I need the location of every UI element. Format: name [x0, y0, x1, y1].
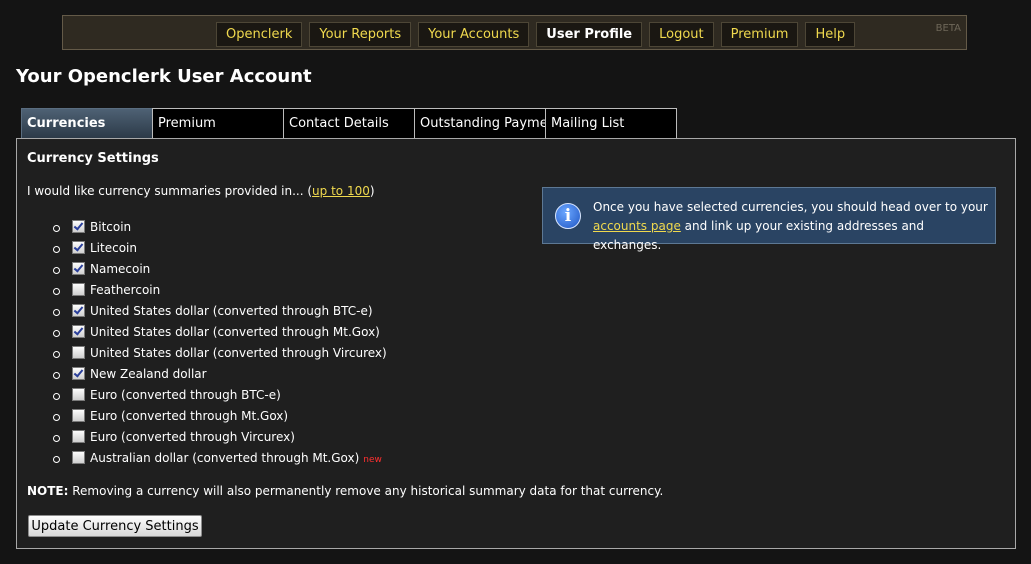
- bullet-icon: [53, 435, 60, 442]
- currency-label: Euro (converted through Mt.Gox): [90, 409, 289, 423]
- bullet-icon: [53, 225, 60, 232]
- currency-label: United States dollar (converted through …: [90, 346, 387, 360]
- currency-label: New Zealand dollar: [90, 367, 207, 381]
- currency-checkbox-nzd[interactable]: [72, 367, 85, 380]
- bullet-icon: [53, 351, 60, 358]
- tab-currencies[interactable]: Currencies: [21, 108, 153, 139]
- bullet-icon: [53, 372, 60, 379]
- nav-your-accounts[interactable]: Your Accounts: [418, 22, 530, 47]
- currency-label: Litecoin: [90, 241, 137, 255]
- currency-label-text: Australian dollar (converted through Mt.…: [90, 451, 360, 465]
- up-to-100-link[interactable]: up to 100: [312, 184, 370, 198]
- note-label: NOTE:: [27, 484, 69, 498]
- currency-label: Bitcoin: [90, 220, 132, 234]
- profile-tabs: Currencies Premium Contact Details Outst…: [21, 108, 677, 139]
- section-heading: Currency Settings: [27, 151, 159, 166]
- nav-help[interactable]: Help: [805, 22, 856, 47]
- currency-label: Feathercoin: [90, 283, 161, 297]
- currency-checkbox-bitcoin[interactable]: [72, 220, 85, 233]
- tab-premium[interactable]: Premium: [152, 108, 284, 139]
- tab-mailing-list[interactable]: Mailing List: [545, 108, 677, 139]
- bullet-icon: [53, 414, 60, 421]
- page-title: Your Openclerk User Account: [16, 66, 312, 87]
- intro-text: I would like currency summaries provided…: [27, 184, 313, 198]
- bullet-icon: [53, 456, 60, 463]
- nav-items: Openclerk Your Reports Your Accounts Use…: [216, 22, 856, 47]
- accounts-page-link[interactable]: accounts page: [593, 219, 681, 233]
- tab-contact-details[interactable]: Contact Details: [283, 108, 415, 139]
- info-text: Once you have selected currencies, you s…: [593, 198, 988, 255]
- currency-checkbox-usd-btce[interactable]: [72, 304, 85, 317]
- nav-logout[interactable]: Logout: [649, 22, 714, 47]
- bullet-icon: [53, 309, 60, 316]
- currency-label: Euro (converted through Vircurex): [90, 430, 295, 444]
- bullet-icon: [53, 393, 60, 400]
- removal-note: NOTE: Removing a currency will also perm…: [27, 484, 663, 498]
- bullet-icon: [53, 330, 60, 337]
- currency-checkbox-eur-vircurex[interactable]: [72, 430, 85, 443]
- bullet-icon: [53, 288, 60, 295]
- nav-openclerk[interactable]: Openclerk: [216, 22, 303, 47]
- currency-checkbox-usd-mtgox[interactable]: [72, 325, 85, 338]
- tab-outstanding-payments[interactable]: Outstanding Payments: [414, 108, 546, 139]
- currency-checkbox-aud-mtgox[interactable]: [72, 451, 85, 464]
- info-text-prefix: Once you have selected currencies, you s…: [593, 200, 988, 214]
- currency-checkbox-namecoin[interactable]: [72, 262, 85, 275]
- info-box: i Once you have selected currencies, you…: [542, 187, 996, 252]
- beta-label: BETA: [935, 23, 961, 34]
- nav-premium[interactable]: Premium: [720, 22, 799, 47]
- currency-checkbox-eur-btce[interactable]: [72, 388, 85, 401]
- currency-checkbox-eur-mtgox[interactable]: [72, 409, 85, 422]
- currency-label: Euro (converted through BTC-e): [90, 388, 281, 402]
- currency-intro: I would like currency summaries provided…: [27, 184, 375, 198]
- currency-label: United States dollar (converted through …: [90, 325, 380, 339]
- currency-label: Namecoin: [90, 262, 151, 276]
- currency-checkbox-usd-vircurex[interactable]: [72, 346, 85, 359]
- info-icon: i: [555, 203, 581, 229]
- currency-label: Australian dollar (converted through Mt.…: [90, 451, 382, 465]
- currency-checkbox-litecoin[interactable]: [72, 241, 85, 254]
- bullet-icon: [53, 267, 60, 274]
- nav-user-profile[interactable]: User Profile: [536, 22, 643, 47]
- intro-suffix: ): [369, 184, 375, 198]
- new-badge: new: [363, 455, 382, 465]
- top-navigation-bar: Openclerk Your Reports Your Accounts Use…: [62, 15, 967, 50]
- nav-your-reports[interactable]: Your Reports: [309, 22, 412, 47]
- currency-checkbox-feathercoin[interactable]: [72, 283, 85, 296]
- update-currency-settings-button[interactable]: Update Currency Settings: [28, 515, 202, 537]
- note-text: Removing a currency will also permanentl…: [68, 484, 664, 498]
- currency-label: United States dollar (converted through …: [90, 304, 373, 318]
- bullet-icon: [53, 246, 60, 253]
- currency-settings-panel: Currency Settings I would like currency …: [16, 138, 1016, 549]
